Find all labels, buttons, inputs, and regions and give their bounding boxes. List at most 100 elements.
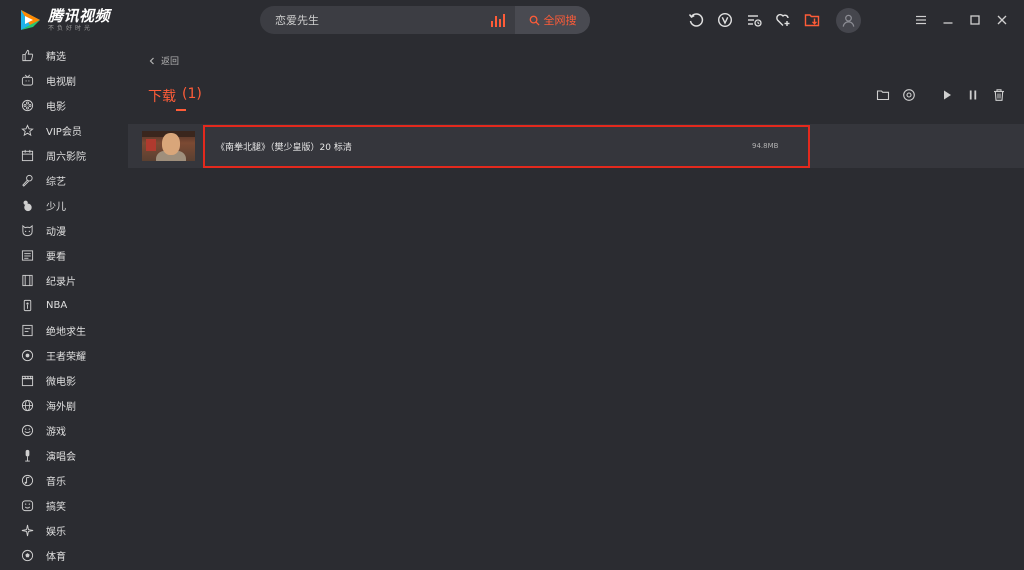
search-button[interactable]: 全网搜 [515, 6, 590, 34]
sidebar-item-label: 少儿 [46, 202, 66, 213]
gamepad-icon [20, 424, 34, 438]
user-icon [842, 14, 855, 27]
film-strip-icon [20, 274, 34, 288]
globe-icon [20, 399, 34, 413]
sidebar-item-label: 演唱会 [46, 452, 76, 463]
sidebar-item-sports[interactable]: 体育 [0, 543, 128, 568]
menu-icon[interactable] [912, 11, 930, 29]
calendar-icon [20, 149, 34, 163]
search-bar: 全网搜 [260, 6, 590, 34]
sidebar-item-concerts[interactable]: 演唱会 [0, 443, 128, 468]
thumb-up-icon [20, 49, 34, 63]
sidebar: 精选 电视剧 电影 VIP会员 周六影院 综艺 少儿 动漫 要看 纪录片 NBA [0, 43, 128, 570]
maximize-icon[interactable] [966, 11, 984, 29]
window-controls [912, 11, 1011, 29]
download-item-title: 《南拳北腿》（樊少皇版）20 标清 [216, 143, 352, 153]
sidebar-item-variety[interactable]: 综艺 [0, 168, 128, 193]
sidebar-item-comedy[interactable]: 搞笑 [0, 493, 128, 518]
sidebar-item-label: 游戏 [46, 427, 66, 438]
download-item-size: 94.8MB [752, 142, 779, 150]
sidebar-item-label: 要看 [46, 252, 66, 263]
sidebar-item-entertainment[interactable]: 娱乐 [0, 518, 128, 543]
music-icon [20, 474, 34, 488]
sidebar-item-music[interactable]: 音乐 [0, 468, 128, 493]
history-icon[interactable] [686, 10, 706, 30]
top-bar: 腾讯视频 不负好时光 全网搜 [0, 0, 1024, 40]
sidebar-item-pubg[interactable]: 绝地求生 [0, 318, 128, 343]
sidebar-item-label: 搞笑 [46, 502, 66, 513]
sidebar-item-games[interactable]: 游戏 [0, 418, 128, 443]
sidebar-item-micro-film[interactable]: 微电影 [0, 368, 128, 393]
download-icon[interactable] [802, 10, 822, 30]
download-page: 返回 下载 (1) 《南拳北腿》（樊少皇版）20 标清 94.8MB [128, 40, 1024, 570]
settings-icon[interactable] [900, 86, 918, 104]
video-thumbnail[interactable] [142, 131, 195, 161]
tab-active-indicator [176, 109, 186, 111]
hot-ranking-icon[interactable] [491, 13, 507, 27]
list-icon [20, 249, 34, 263]
sidebar-item-label: 电影 [46, 102, 66, 113]
sidebar-item-label: 精选 [46, 52, 66, 63]
sidebar-item-honor-of-kings[interactable]: 王者荣耀 [0, 343, 128, 368]
delete-icon[interactable] [990, 86, 1008, 104]
microphone-icon [20, 174, 34, 188]
sidebar-item-movies[interactable]: 电影 [0, 93, 128, 118]
clapper-icon [20, 374, 34, 388]
sidebar-item-label: 周六影院 [46, 152, 86, 163]
folder-icon[interactable] [874, 86, 892, 104]
back-button[interactable]: 返回 [148, 54, 179, 67]
sidebar-item-label: 音乐 [46, 477, 66, 488]
star-icon [20, 124, 34, 138]
sidebar-item-documentary[interactable]: 纪录片 [0, 268, 128, 293]
sidebar-item-label: 电视剧 [46, 77, 76, 88]
sidebar-item-label: 王者荣耀 [46, 352, 86, 363]
sidebar-item-nba[interactable]: NBA [0, 293, 128, 318]
chevron-left-icon [149, 57, 154, 64]
kid-icon [20, 199, 34, 213]
smile-icon [20, 499, 34, 513]
download-title: 下载 [148, 89, 176, 105]
app-logo[interactable]: 腾讯视频 不负好时光 [18, 7, 110, 33]
play-all-icon[interactable] [938, 86, 956, 104]
app-slogan: 不负好时光 [48, 24, 94, 32]
search-button-label: 全网搜 [543, 14, 577, 27]
sidebar-item-label: 微电影 [46, 377, 76, 388]
tv-icon [20, 74, 34, 88]
download-toolbar [874, 86, 1008, 104]
app-title: 腾讯视频 [48, 6, 111, 25]
ball-icon [20, 549, 34, 563]
search-input[interactable] [260, 6, 491, 34]
playlist-icon[interactable] [744, 10, 764, 30]
search-icon [529, 15, 540, 26]
sidebar-item-label: 体育 [46, 552, 66, 563]
sidebar-item-label: 综艺 [46, 177, 66, 188]
vip-v-icon[interactable] [715, 10, 735, 30]
sidebar-item-label: 动漫 [46, 227, 66, 238]
sidebar-item-label: 娱乐 [46, 527, 66, 538]
back-label: 返回 [161, 57, 180, 67]
close-icon[interactable] [993, 11, 1011, 29]
film-reel-icon [20, 99, 34, 113]
game-card-icon [20, 324, 34, 338]
sidebar-item-label: 海外剧 [46, 402, 76, 413]
sidebar-item-overseas-drama[interactable]: 海外剧 [0, 393, 128, 418]
sidebar-item-label: 纪录片 [46, 277, 76, 288]
sidebar-item-label: 绝地求生 [46, 327, 86, 338]
sidebar-item-label: VIP会员 [46, 127, 82, 138]
sidebar-item-anime[interactable]: 动漫 [0, 218, 128, 243]
sidebar-item-tv-series[interactable]: 电视剧 [0, 68, 128, 93]
favorite-add-icon[interactable] [773, 10, 793, 30]
sidebar-item-label: NBA [46, 300, 68, 311]
sidebar-item-kids[interactable]: 少儿 [0, 193, 128, 218]
sidebar-item-featured[interactable]: 精选 [0, 43, 128, 68]
tab-downloads[interactable]: 下载 (1) [148, 86, 202, 106]
nba-icon [20, 299, 34, 313]
pause-all-icon[interactable] [964, 86, 982, 104]
sidebar-item-watch-list[interactable]: 要看 [0, 243, 128, 268]
minimize-icon[interactable] [939, 11, 957, 29]
user-avatar[interactable] [836, 8, 861, 33]
sidebar-item-vip[interactable]: VIP会员 [0, 118, 128, 143]
download-item[interactable]: 《南拳北腿》（樊少皇版）20 标清 94.8MB [128, 124, 1024, 168]
sparkle-icon [20, 524, 34, 538]
sidebar-item-saturday-cinema[interactable]: 周六影院 [0, 143, 128, 168]
